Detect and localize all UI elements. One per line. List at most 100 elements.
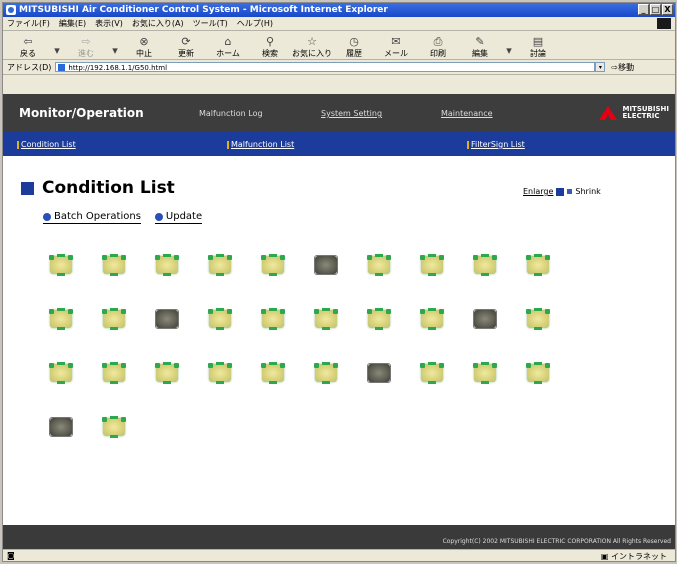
unit-indicator — [102, 417, 107, 422]
unit-indicator — [261, 363, 266, 368]
menu-tools[interactable]: ツール(T) — [193, 17, 228, 30]
edit-dropdown[interactable]: ▾ — [501, 44, 517, 59]
ac-unit-stopped[interactable] — [47, 416, 75, 438]
menu-favorites[interactable]: お気に入り(A) — [132, 17, 184, 30]
ac-unit-running[interactable] — [312, 362, 340, 384]
unit-indicator — [110, 435, 118, 438]
ac-unit-running[interactable] — [206, 254, 234, 276]
unit-edge — [367, 363, 391, 383]
unit-indicator — [216, 381, 224, 384]
ac-unit-running[interactable] — [524, 362, 552, 384]
menu-help[interactable]: ヘルプ(H) — [237, 17, 273, 30]
unit-indicator — [526, 255, 531, 260]
edit-button[interactable]: ✎ 編集 — [459, 35, 501, 59]
unit-indicator — [545, 363, 550, 368]
unit-indicator — [473, 363, 478, 368]
history-icon: ◷ — [349, 35, 359, 48]
refresh-button[interactable]: ⟳ 更新 — [165, 35, 207, 59]
unit-indicator — [208, 255, 213, 260]
unit-indicator — [375, 308, 383, 311]
ac-unit-running[interactable] — [418, 254, 446, 276]
ac-unit-running[interactable] — [418, 308, 446, 330]
security-zone: ▣ イントラネット — [600, 552, 667, 561]
unit-indicator — [261, 309, 266, 314]
ac-unit-running[interactable] — [471, 254, 499, 276]
stop-icon: ⊗ — [139, 35, 149, 48]
mail-button[interactable]: ✉ メール — [375, 35, 417, 59]
ac-unit-running[interactable] — [153, 254, 181, 276]
unit-indicator — [386, 309, 391, 314]
ac-unit-running[interactable] — [524, 308, 552, 330]
unit-indicator — [375, 254, 383, 257]
unit-indicator — [110, 381, 118, 384]
ac-unit-stopped[interactable] — [365, 362, 393, 384]
ac-unit-stopped[interactable] — [153, 308, 181, 330]
unit-indicator — [333, 309, 338, 314]
unit-indicator — [121, 255, 126, 260]
edit-icon: ✎ — [475, 35, 485, 48]
back-button[interactable]: ⇦ 戻る — [7, 35, 49, 59]
unit-indicator — [57, 362, 65, 365]
window-title: MITSUBISHI Air Conditioner Control Syste… — [19, 5, 388, 15]
ac-unit-running[interactable] — [259, 362, 287, 384]
unit-indicator — [534, 327, 542, 330]
unit-indicator — [110, 273, 118, 276]
unit-indicator — [110, 327, 118, 330]
history-button[interactable]: ◷ 履歴 — [333, 35, 375, 59]
ac-unit-running[interactable] — [100, 416, 128, 438]
ac-unit-stopped[interactable] — [471, 308, 499, 330]
ac-unit-running[interactable] — [47, 362, 75, 384]
print-button[interactable]: ⎙ 印刷 — [417, 35, 459, 59]
ac-unit-running[interactable] — [153, 362, 181, 384]
forward-button[interactable]: ⇨ 進む — [65, 35, 107, 59]
chevron-down-icon: ▾ — [112, 44, 118, 57]
ac-unit-running[interactable] — [47, 254, 75, 276]
address-bar: アドレス(D) http://192.168.1.1/G50.html ▾ ⇨移… — [3, 60, 675, 75]
unit-indicator — [375, 327, 383, 330]
ac-unit-running[interactable] — [471, 362, 499, 384]
unit-indicator — [534, 254, 542, 257]
go-button[interactable]: ⇨移動 — [611, 62, 634, 73]
unit-indicator — [102, 255, 107, 260]
menu-view[interactable]: 表示(V) — [95, 17, 123, 30]
address-dropdown[interactable]: ▾ — [595, 62, 606, 72]
ac-unit-running[interactable] — [259, 308, 287, 330]
forward-dropdown[interactable]: ▾ — [107, 44, 123, 59]
ac-unit-running[interactable] — [418, 362, 446, 384]
stop-button[interactable]: ⊗ 中止 — [123, 35, 165, 59]
page-content: Monitor/Operation Malfunction Log System… — [3, 94, 675, 561]
back-dropdown[interactable]: ▾ — [49, 44, 65, 59]
home-button[interactable]: ⌂ ホーム — [207, 35, 249, 59]
ac-unit-running[interactable] — [206, 362, 234, 384]
maximize-button[interactable]: □ — [650, 4, 661, 15]
intranet-icon: ▣ — [600, 552, 611, 561]
ac-unit-running[interactable] — [100, 362, 128, 384]
ac-unit-running[interactable] — [100, 308, 128, 330]
ac-unit-running[interactable] — [365, 254, 393, 276]
unit-indicator — [227, 255, 232, 260]
ac-unit-running[interactable] — [206, 308, 234, 330]
ac-unit-stopped[interactable] — [312, 254, 340, 276]
address-input[interactable]: http://192.168.1.1/G50.html — [55, 62, 596, 72]
menu-edit[interactable]: 編集(E) — [59, 17, 86, 30]
unit-indicator — [261, 255, 266, 260]
ac-unit-running[interactable] — [47, 308, 75, 330]
ac-unit-running[interactable] — [100, 254, 128, 276]
discuss-button[interactable]: ▤ 討論 — [517, 35, 559, 59]
favorites-button[interactable]: ☆ お気に入り — [291, 35, 333, 59]
ac-unit-running[interactable] — [365, 308, 393, 330]
close-button[interactable]: X — [662, 4, 673, 15]
unit-indicator — [121, 363, 126, 368]
unit-edge — [49, 417, 73, 437]
chevron-down-icon: ▾ — [506, 44, 512, 57]
search-button[interactable]: ⚲ 検索 — [249, 35, 291, 59]
unit-indicator — [314, 363, 319, 368]
ac-unit-running[interactable] — [524, 254, 552, 276]
menu-file[interactable]: ファイル(F) — [7, 17, 50, 30]
minimize-button[interactable]: _ — [638, 4, 649, 15]
ac-unit-running[interactable] — [312, 308, 340, 330]
unit-indicator — [367, 255, 372, 260]
ac-unit-running[interactable] — [259, 254, 287, 276]
unit-indicator — [227, 363, 232, 368]
unit-indicator — [216, 273, 224, 276]
